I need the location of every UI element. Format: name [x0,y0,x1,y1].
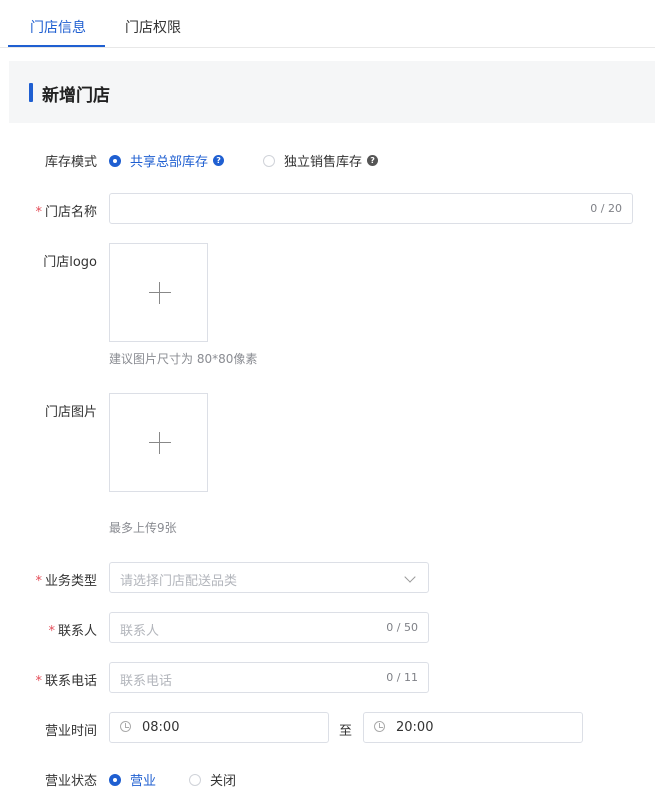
radio-label: 共享总部库存 [130,155,209,170]
images-upload-box[interactable] [109,393,208,492]
help-icon[interactable]: ? [367,155,379,166]
radio-dot-checked [109,154,121,167]
select-placeholder: 请选择门店配送品类 [120,574,238,589]
radio-label: 独立销售库存 [284,155,363,170]
end-time-picker[interactable]: 20:00 [363,712,583,743]
help-icon[interactable]: ? [213,155,225,166]
logo-hint: 建议图片尺寸为 80*80像素 [109,352,258,366]
contact-input[interactable]: 联系人 0 / 50 [109,612,429,643]
section-title: 新增门店 [42,86,110,106]
plus-icon [149,432,171,454]
store-images-label: 门店图片 [44,405,97,420]
radio-shared-stock[interactable]: 共享总部库存 ? [109,151,225,170]
business-type-select[interactable]: 请选择门店配送品类 [109,562,429,593]
clock-icon [120,721,131,732]
radio-label: 关闭 [210,774,237,789]
phone-input[interactable]: 联系电话 0 / 11 [109,662,429,693]
char-counter: 0 / 11 [386,671,418,684]
radio-status-closed[interactable]: 关闭 [189,770,236,789]
hours-label: 营业时间 [44,724,97,739]
plus-icon [149,282,171,304]
tab-store-info[interactable]: 门店信息 [30,17,86,37]
active-tab-indicator [8,45,105,47]
radio-independent-stock[interactable]: 独立销售库存 ? [263,151,379,170]
start-time-picker[interactable]: 08:00 [109,712,329,743]
store-logo-label: 门店logo [43,255,97,270]
status-label: 营业状态 [44,774,97,789]
logo-upload-box[interactable] [109,243,208,342]
chevron-down-icon [404,571,416,583]
start-time-value: 08:00 [142,720,180,735]
stock-mode-label: 库存模式 [44,155,97,170]
business-type-label: * 业务类型 [35,574,97,589]
char-counter: 0 / 20 [590,202,622,215]
radio-status-open[interactable]: 营业 [109,770,156,789]
end-time-value: 20:00 [396,720,434,735]
char-counter: 0 / 50 [386,621,418,634]
store-name-label: * 门店名称 [35,205,97,220]
images-hint: 最多上传9张 [109,521,177,535]
tab-store-permissions[interactable]: 门店权限 [125,17,181,37]
radio-dot [189,773,201,786]
input-placeholder: 联系电话 [120,674,173,689]
clock-icon [374,721,385,732]
phone-label: * 联系电话 [35,674,97,689]
tab-bar: 门店信息 门店权限 [0,0,655,48]
radio-label: 营业 [130,774,157,789]
radio-dot-checked [109,773,121,786]
section-accent-bar [29,83,33,102]
input-placeholder: 联系人 [120,624,160,639]
section-header: 新增门店 [9,61,655,123]
radio-dot [263,154,275,167]
contact-label: * 联系人 [48,624,97,639]
time-separator: 至 [339,724,353,739]
store-name-input[interactable]: 0 / 20 [109,193,633,224]
